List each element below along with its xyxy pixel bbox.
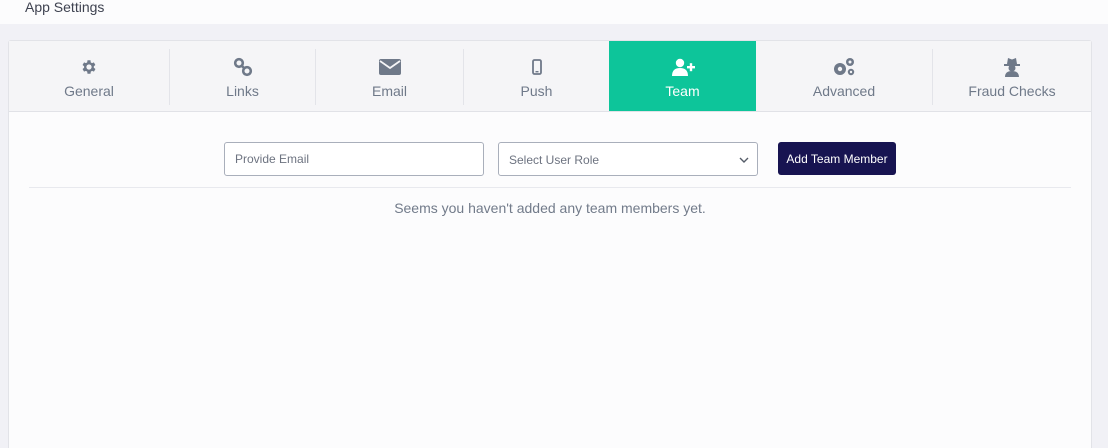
tab-label: Team	[665, 83, 700, 99]
settings-tabs: General Links Email Push Team Advanced F…	[9, 41, 1091, 112]
tab-label: General	[64, 83, 114, 99]
envelope-icon	[378, 57, 401, 77]
tab-label: Email	[371, 83, 407, 99]
tab-label: Push	[520, 83, 553, 99]
link-icon	[233, 57, 253, 77]
tab-label: Links	[226, 83, 259, 99]
spy-icon	[1003, 57, 1021, 77]
gears-icon	[832, 57, 856, 77]
email-field[interactable]	[224, 142, 484, 176]
divider	[29, 187, 1071, 188]
tab-advanced[interactable]: Advanced	[756, 41, 932, 111]
settings-panel: General Links Email Push Team Advanced F…	[8, 40, 1092, 448]
tab-team[interactable]: Team	[609, 41, 756, 111]
chevron-down-icon	[739, 154, 749, 168]
tab-links[interactable]: Links	[170, 41, 315, 111]
tab-email[interactable]: Email	[316, 41, 463, 111]
tab-label: Fraud Checks	[968, 83, 1056, 99]
gear-icon	[80, 57, 98, 77]
tab-general[interactable]: General	[9, 41, 169, 111]
empty-state-message: Seems you haven't added any team members…	[394, 200, 706, 216]
add-user-icon	[671, 57, 695, 77]
tab-push[interactable]: Push	[464, 41, 609, 111]
user-role-select-value: Select User Role	[509, 153, 600, 167]
mobile-phone-icon	[531, 57, 542, 77]
tab-label: Advanced	[812, 83, 876, 99]
add-team-member-button[interactable]: Add Team Member	[778, 142, 896, 175]
page-title: App Settings	[25, 0, 105, 15]
tab-fraud-checks[interactable]: Fraud Checks	[933, 41, 1091, 111]
user-role-select[interactable]: Select User Role	[498, 142, 758, 176]
top-bar: App Settings	[0, 0, 1108, 24]
